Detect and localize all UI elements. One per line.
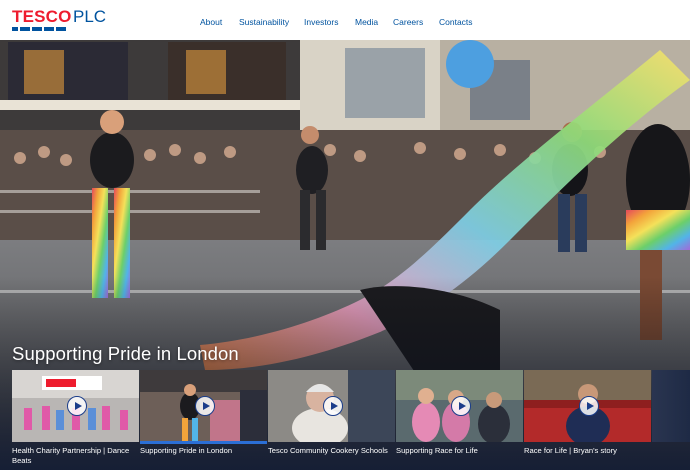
nav-media[interactable]: Media [355, 17, 378, 27]
carousel-next-peek[interactable] [652, 370, 690, 442]
video-thumbnail [12, 370, 139, 442]
video-card-bryans-story[interactable]: Race for Life | Bryan's story [524, 370, 651, 470]
play-icon[interactable] [195, 396, 215, 416]
video-thumbnail [140, 370, 267, 442]
video-card-label: Supporting Race for Life [396, 446, 478, 455]
hero-title: Supporting Pride in London [12, 343, 239, 364]
tesco-plc-logo[interactable]: TESCO PLC [12, 8, 112, 32]
play-icon[interactable] [579, 396, 599, 416]
hero-video-section[interactable]: Supporting Pride in London Health Charit… [0, 40, 690, 470]
video-card-dance-beats[interactable]: Health Charity Partnership | Dance Beats [12, 370, 139, 470]
video-thumbnail [396, 370, 523, 442]
video-thumbnail [524, 370, 651, 442]
nav-about[interactable]: About [200, 17, 222, 27]
video-card-label: Supporting Pride in London [140, 446, 233, 455]
play-icon[interactable] [67, 396, 87, 416]
video-card-cookery-schools[interactable]: Tesco Community Cookery Schools [268, 370, 395, 470]
nav-contacts[interactable]: Contacts [439, 17, 473, 27]
video-thumbnail [268, 370, 395, 442]
logo-stripes-icon [12, 27, 66, 31]
nav-investors[interactable]: Investors [304, 17, 339, 27]
site-header: TESCO PLC About Sustainability Investors… [0, 0, 690, 40]
video-card-label: Health Charity Partnership | Dance Beats [12, 446, 130, 465]
play-icon[interactable] [323, 396, 343, 416]
video-card-pride-london[interactable]: Supporting Pride in London [140, 370, 267, 470]
video-carousel: Health Charity Partnership | Dance Beats… [12, 370, 690, 470]
nav-careers[interactable]: Careers [393, 17, 423, 27]
video-card-label: Tesco Community Cookery Schools [268, 446, 388, 455]
logo-suffix: PLC [73, 7, 107, 26]
play-icon[interactable] [451, 396, 471, 416]
video-card-label: Race for Life | Bryan's story [524, 446, 617, 455]
logo-wordmark: TESCO [12, 7, 72, 26]
nav-sustainability[interactable]: Sustainability [239, 17, 289, 27]
active-video-indicator [140, 441, 267, 444]
video-card-race-for-life[interactable]: Supporting Race for Life [396, 370, 523, 470]
